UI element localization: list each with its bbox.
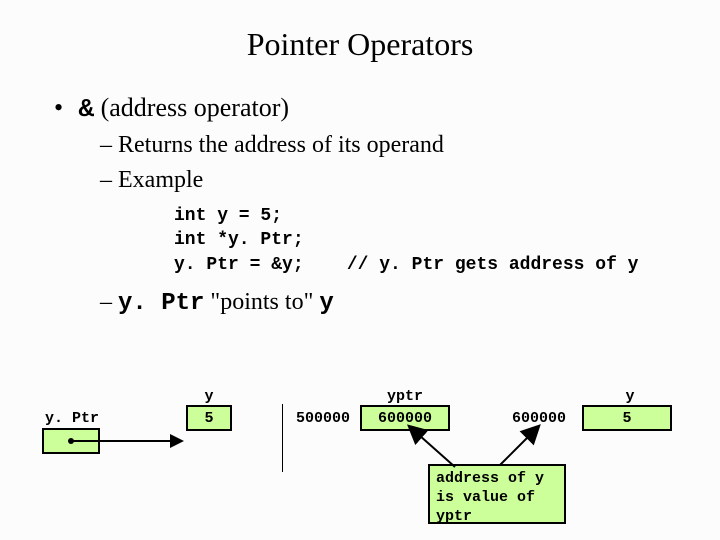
note-box: address of y is value of yptr bbox=[428, 464, 566, 524]
note-line-3: yptr bbox=[436, 508, 544, 527]
left-yptr-box bbox=[42, 428, 100, 454]
points-mid: "points to" bbox=[204, 289, 319, 315]
points-ptr: y. Ptr bbox=[118, 290, 204, 317]
slide-title: Pointer Operators bbox=[0, 0, 720, 63]
bullet-address-operator: • & (address operator) bbox=[54, 93, 720, 124]
right-y-value: 5 bbox=[622, 410, 631, 427]
left-yptr-label: y. Ptr bbox=[42, 410, 102, 427]
points-y: y bbox=[319, 290, 333, 317]
arrowhead-right-icon bbox=[170, 434, 184, 448]
note-line-2: is value of bbox=[436, 489, 544, 508]
right-yptr-value: 600000 bbox=[378, 410, 432, 427]
code-line-1: int y = 5; bbox=[174, 206, 282, 226]
code-line-3: y. Ptr = &y; // y. Ptr gets address of y bbox=[174, 255, 638, 275]
bullet-dot: • bbox=[54, 93, 72, 123]
note-line-1: address of y bbox=[436, 470, 544, 489]
note-arrows bbox=[360, 405, 620, 525]
bullet-rest: (address operator) bbox=[94, 93, 289, 122]
sub-returns: – Returns the address of its operand bbox=[100, 132, 720, 159]
points-prefix: – bbox=[100, 289, 118, 315]
right-yptr-addr: 500000 bbox=[296, 410, 350, 427]
separator-line bbox=[282, 404, 283, 472]
sub-points-to: – y. Ptr "points to" y bbox=[100, 289, 720, 317]
right-y-box: 5 bbox=[582, 405, 672, 431]
right-yptr-box: 600000 bbox=[360, 405, 450, 431]
left-y-box: 5 bbox=[186, 405, 232, 431]
left-y-value: 5 bbox=[204, 410, 213, 427]
left-y-label: y bbox=[186, 388, 232, 405]
sub-example: – Example bbox=[100, 167, 720, 194]
right-y-addr: 600000 bbox=[512, 410, 566, 427]
amp-symbol: & bbox=[79, 94, 95, 124]
code-block: int y = 5; int *y. Ptr; y. Ptr = &y; // … bbox=[174, 204, 720, 277]
code-line-2: int *y. Ptr; bbox=[174, 230, 304, 250]
pointer-dot-icon bbox=[66, 436, 76, 446]
right-y-label: y bbox=[610, 388, 650, 405]
left-arrow-line bbox=[73, 440, 173, 442]
right-yptr-label: yptr bbox=[370, 388, 440, 405]
